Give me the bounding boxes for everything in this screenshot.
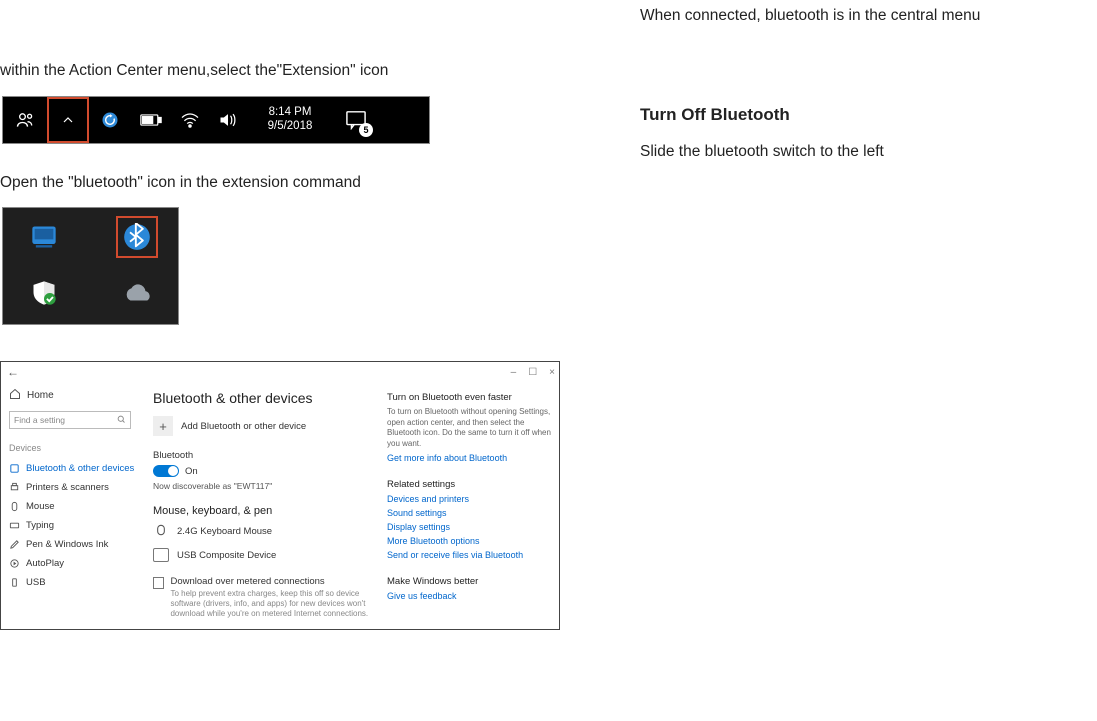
mouse-device-icon — [153, 523, 169, 540]
tray-defender-icon — [25, 274, 63, 312]
autoplay-nav-icon — [9, 558, 20, 569]
sidebar-item-mouse[interactable]: Mouse — [9, 497, 139, 516]
nav-label: Typing — [26, 520, 54, 531]
device-row[interactable]: USB Composite Device — [153, 548, 379, 562]
home-icon — [9, 388, 21, 403]
tray-onedrive-icon — [118, 274, 156, 312]
wifi-icon — [171, 97, 209, 143]
sidebar-item-autoplay[interactable]: AutoPlay — [9, 554, 139, 573]
sidebar-item-bluetooth[interactable]: Bluetooth & other devices — [9, 459, 139, 478]
notification-badge: 5 — [359, 123, 373, 137]
tray-bluetooth-icon[interactable] — [116, 216, 158, 258]
settings-sidebar: Home Find a setting Devices Bluetooth & … — [1, 382, 147, 629]
slide-text: Slide the bluetooth switch to the left — [640, 141, 1090, 163]
related-heading: Related settings — [387, 479, 551, 490]
add-device-button[interactable]: + Add Bluetooth or other device — [153, 416, 379, 436]
send-receive-link[interactable]: Send or receive files via Bluetooth — [387, 550, 551, 560]
usb-nav-icon — [9, 577, 20, 588]
search-placeholder: Find a setting — [14, 415, 65, 425]
metered-checkbox[interactable] — [153, 577, 164, 589]
taskbar-screenshot: 8:14 PM 9/5/2018 5 — [2, 96, 430, 144]
connected-text: When connected, bluetooth is in the cent… — [640, 5, 1090, 27]
plus-icon: + — [153, 416, 173, 436]
bluetooth-section-label: Bluetooth — [153, 450, 379, 461]
keyboard-device-icon — [153, 548, 169, 562]
nav-label: USB — [26, 577, 46, 588]
tray-popup-screenshot — [2, 207, 179, 325]
more-bluetooth-link[interactable]: More Bluetooth options — [387, 536, 551, 546]
settings-window: ← – ☐ × Home Find a se — [0, 361, 560, 630]
feedback-link[interactable]: Give us feedback — [387, 591, 551, 601]
sidebar-item-usb[interactable]: USB — [9, 573, 139, 592]
sidebar-item-pen[interactable]: Pen & Windows Ink — [9, 535, 139, 554]
sidebar-home[interactable]: Home — [9, 388, 139, 403]
nav-label: Mouse — [26, 501, 55, 512]
action-center-icon[interactable]: 5 — [333, 97, 379, 143]
make-better-heading: Make Windows better — [387, 576, 551, 587]
typing-nav-icon — [9, 520, 20, 531]
tray-app-icon — [25, 218, 63, 256]
display-settings-link[interactable]: Display settings — [387, 522, 551, 532]
nav-label: AutoPlay — [26, 558, 64, 569]
clock-time: 8:14 PM — [269, 106, 312, 119]
window-minimize-button[interactable]: – — [511, 367, 517, 378]
onedrive-sync-icon — [89, 97, 131, 143]
devices-group-label: Devices — [9, 443, 139, 453]
intro-text-1: within the Action Center menu,select the… — [0, 60, 560, 82]
window-maximize-button[interactable]: ☐ — [528, 367, 537, 378]
metered-label: Download over metered connections — [170, 576, 379, 587]
device-row[interactable]: 2.4G Keyboard Mouse — [153, 523, 379, 540]
page-title: Bluetooth & other devices — [153, 390, 379, 406]
discoverable-text: Now discoverable as "EWT117" — [153, 481, 379, 491]
clock-date: 9/5/2018 — [268, 120, 313, 133]
device-name: 2.4G Keyboard Mouse — [177, 526, 272, 537]
search-icon — [117, 415, 126, 426]
mouse-keyboard-heading: Mouse, keyboard, & pen — [153, 505, 379, 517]
pen-nav-icon — [9, 539, 20, 550]
metered-description: To help prevent extra charges, keep this… — [170, 589, 379, 619]
search-input[interactable]: Find a setting — [9, 411, 131, 429]
faster-heading: Turn on Bluetooth even faster — [387, 392, 551, 403]
home-label: Home — [27, 390, 54, 401]
turn-off-heading: Turn Off Bluetooth — [640, 105, 1090, 125]
bluetooth-nav-icon — [9, 463, 20, 474]
toggle-state: On — [185, 466, 198, 477]
printer-nav-icon — [9, 482, 20, 493]
show-hidden-icons-icon[interactable] — [47, 97, 89, 143]
nav-label: Bluetooth & other devices — [26, 463, 134, 474]
add-device-label: Add Bluetooth or other device — [181, 421, 306, 432]
intro-text-2: Open the "bluetooth" icon in the extensi… — [0, 172, 560, 194]
nav-label: Pen & Windows Ink — [26, 539, 108, 550]
nav-label: Printers & scanners — [26, 482, 109, 493]
mouse-nav-icon — [9, 501, 20, 512]
window-close-button[interactable]: × — [549, 367, 555, 378]
battery-icon — [131, 97, 171, 143]
people-icon — [3, 97, 47, 143]
more-info-link[interactable]: Get more info about Bluetooth — [387, 453, 551, 463]
bluetooth-toggle[interactable] — [153, 465, 179, 477]
volume-icon — [209, 97, 247, 143]
taskbar-clock: 8:14 PM 9/5/2018 — [247, 97, 333, 143]
back-button[interactable]: ← — [7, 365, 19, 379]
devices-printers-link[interactable]: Devices and printers — [387, 494, 551, 504]
sidebar-item-typing[interactable]: Typing — [9, 516, 139, 535]
device-name: USB Composite Device — [177, 550, 276, 561]
sidebar-item-printers[interactable]: Printers & scanners — [9, 478, 139, 497]
sound-settings-link[interactable]: Sound settings — [387, 508, 551, 518]
faster-text: To turn on Bluetooth without opening Set… — [387, 407, 551, 449]
